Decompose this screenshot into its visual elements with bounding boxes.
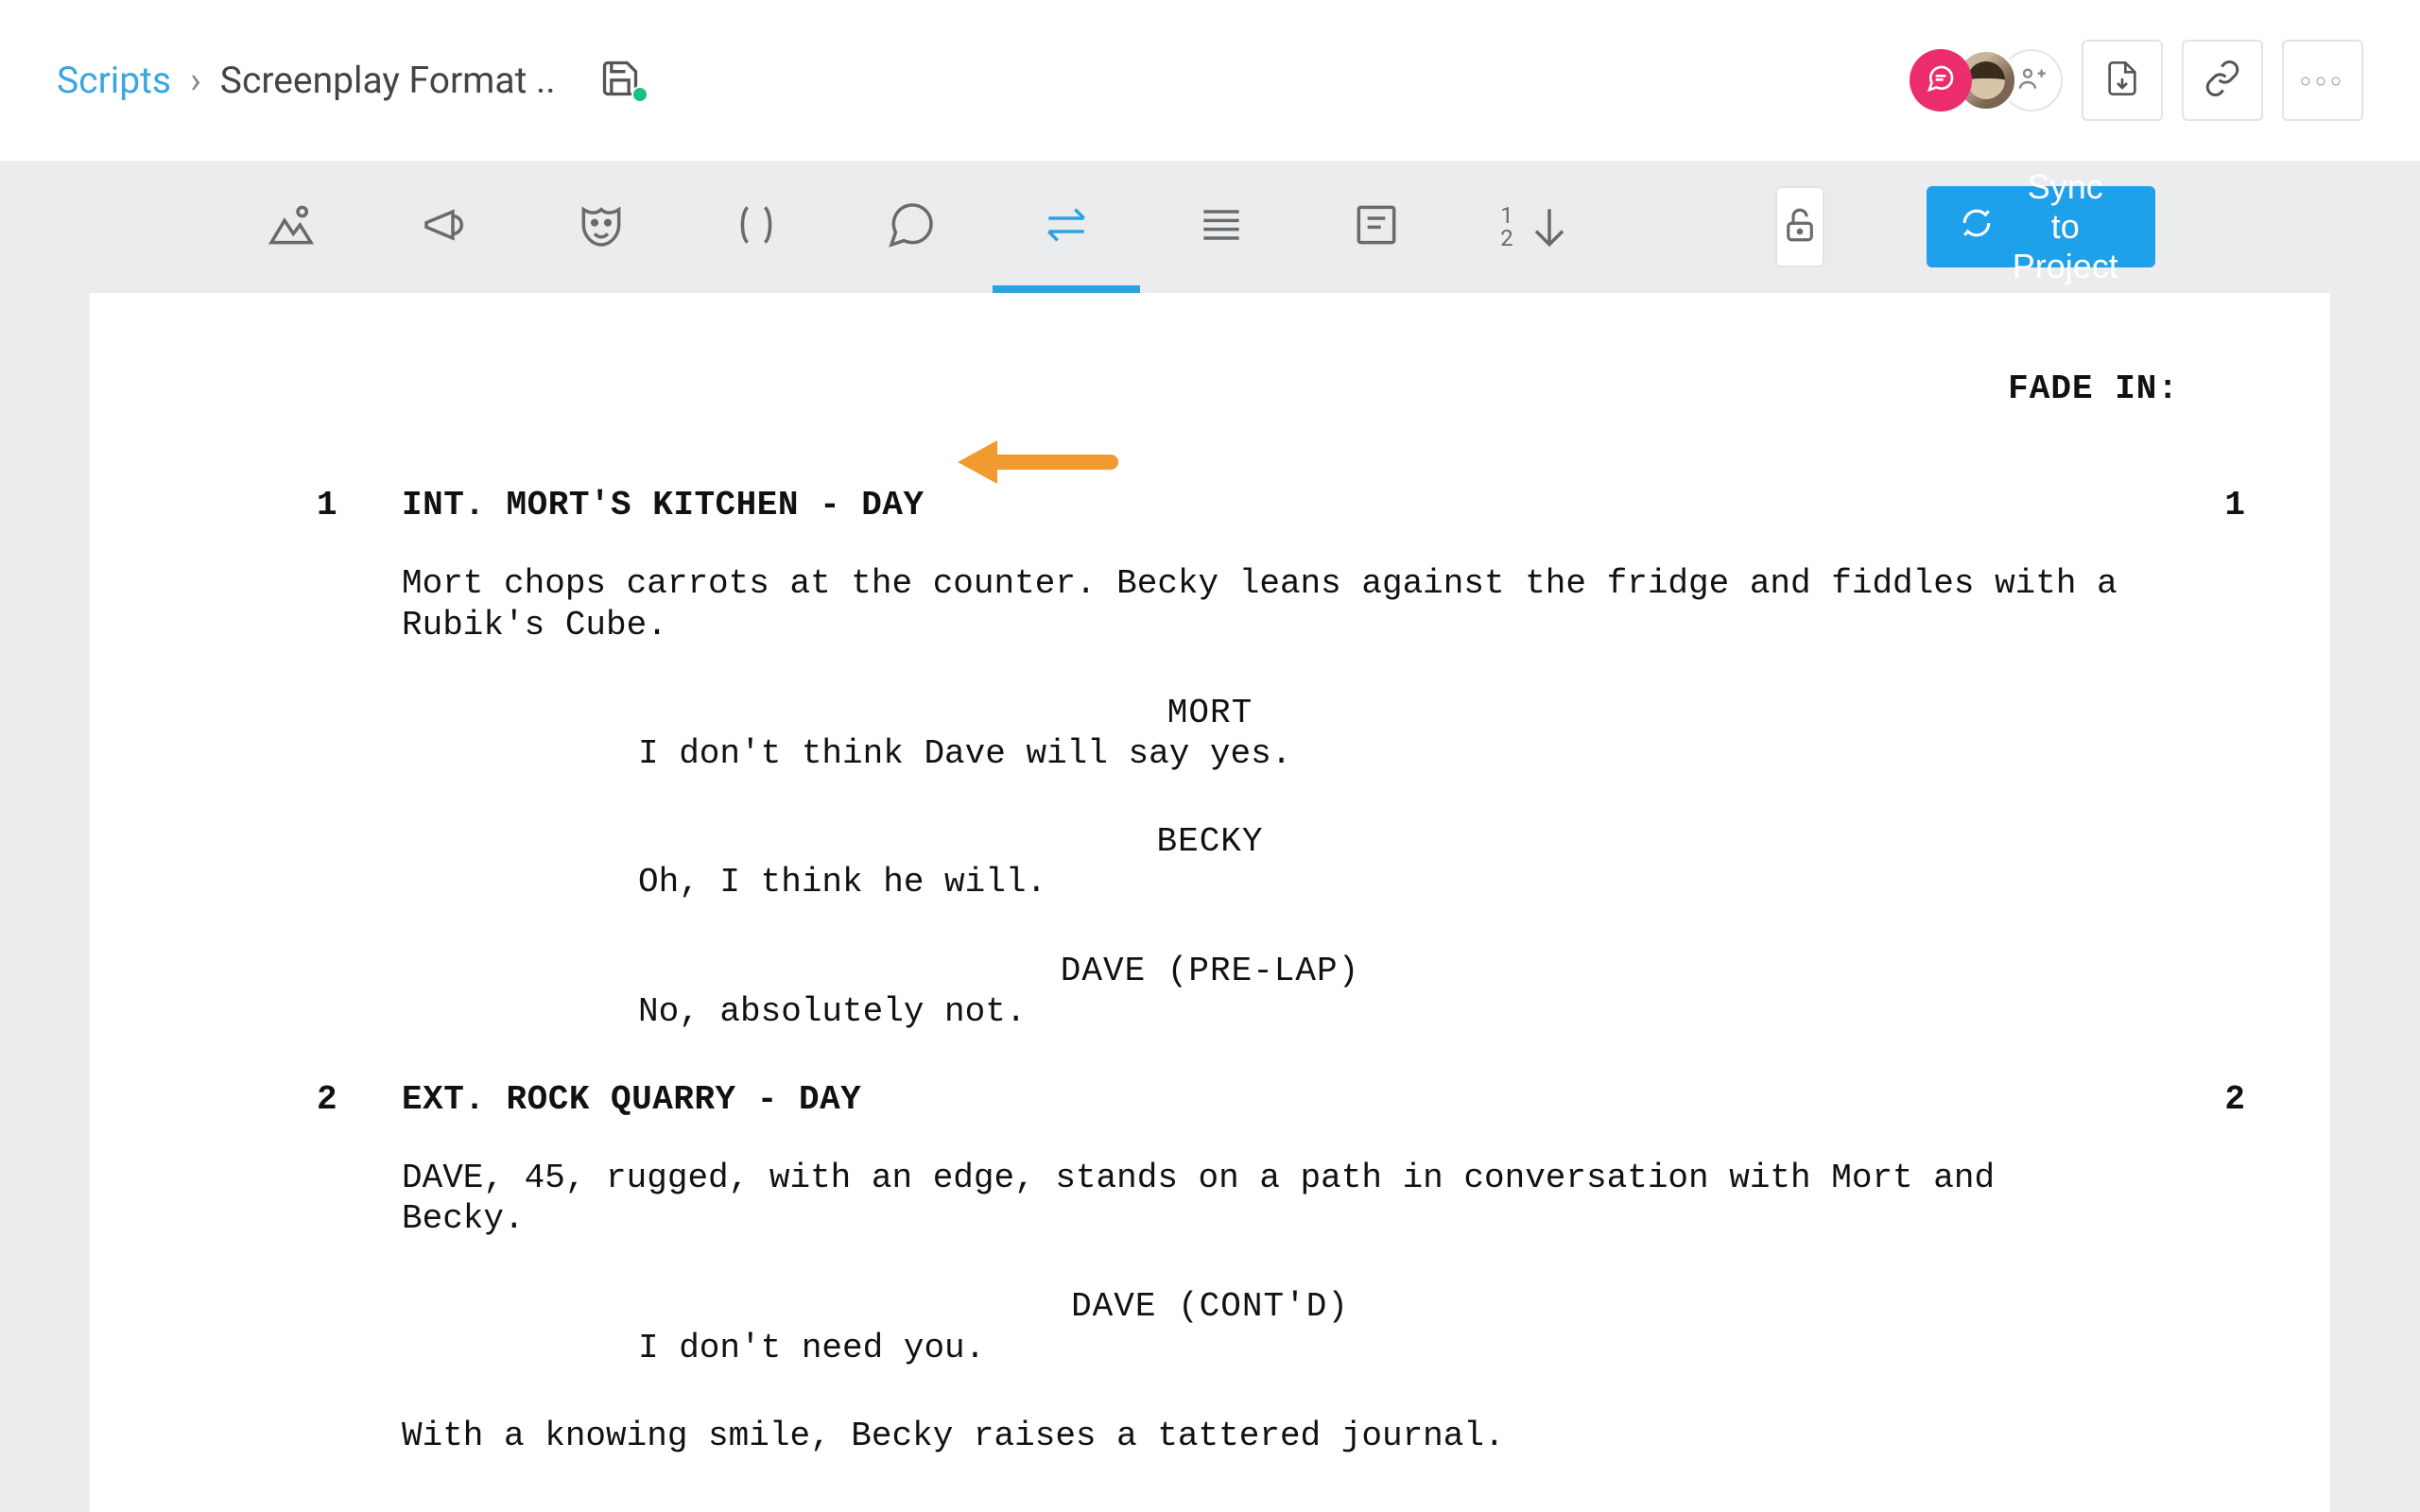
- toolbar-note[interactable]: [1350, 161, 1403, 293]
- chat-icon: [1926, 63, 1956, 97]
- script-page[interactable]: FADE IN: 1 INT. MORT'S KITCHEN - DAY 1 M…: [90, 293, 2330, 1512]
- dialogue: I don't need you.: [638, 1328, 1612, 1368]
- format-toolbar: 1 2 Sync to Project: [0, 161, 2420, 293]
- add-person-icon: [2016, 63, 2047, 97]
- sync-icon: [1961, 207, 1993, 248]
- more-menu-button[interactable]: ○○○: [2282, 40, 2363, 121]
- dialogue: No, absolutely not.: [638, 991, 1612, 1032]
- avatar-image-placeholder: [1967, 61, 2005, 99]
- save-status: [599, 58, 645, 103]
- saved-indicator-dot: [631, 86, 648, 103]
- megaphone-icon: [420, 198, 473, 255]
- character-cue: BECKY: [818, 821, 1602, 862]
- action-text: Mort chops carrots at the counter. Becky…: [402, 563, 2122, 644]
- comments-avatar[interactable]: [1910, 49, 1972, 112]
- collaborator-avatars: [1910, 49, 2063, 112]
- toolbar-scene-numbers[interactable]: 1 2: [1505, 161, 1571, 293]
- scene-number-left: 1: [317, 485, 337, 525]
- action-text: With a knowing smile, Becky raises a tat…: [402, 1416, 2122, 1456]
- sync-to-project-button[interactable]: Sync to Project: [1927, 186, 2155, 267]
- scene-heading: EXT. ROCK QUARRY - DAY: [402, 1079, 861, 1120]
- more-dots-icon: ○○○: [2300, 69, 2345, 93]
- scene-heading-row: 2 EXT. ROCK QUARRY - DAY 2: [402, 1079, 2217, 1120]
- sync-button-label: Sync to Project: [2010, 167, 2121, 286]
- scene-heading: INT. MORT'S KITCHEN - DAY: [402, 485, 925, 525]
- breadcrumb-separator-icon: ›: [190, 59, 201, 102]
- toolbar-general[interactable]: [1195, 161, 1248, 293]
- speech-bubble-icon: [885, 198, 938, 255]
- dialogue: Oh, I think he will.: [638, 862, 1612, 902]
- toolbar-character[interactable]: [575, 161, 628, 293]
- scene-heading-row: 1 INT. MORT'S KITCHEN - DAY 1: [402, 485, 2217, 525]
- arrows-transition-icon: [1040, 198, 1093, 255]
- mask-icon: [575, 198, 628, 255]
- transition-in: FADE IN:: [203, 369, 2217, 409]
- scene-number-left: 2: [317, 1079, 337, 1120]
- toolbar-action[interactable]: [420, 161, 473, 293]
- number-arrow-icon: 1 2: [1500, 200, 1576, 253]
- scene-number-right: 2: [2224, 1079, 2245, 1120]
- mountain-icon: [265, 198, 318, 255]
- toolbar-transition[interactable]: [1040, 161, 1093, 293]
- unlock-icon: [1780, 205, 1820, 249]
- export-pdf-button[interactable]: [2082, 40, 2163, 121]
- share-link-button[interactable]: [2182, 40, 2263, 121]
- align-lines-icon: [1195, 198, 1248, 255]
- character-cue: DAVE (PRE-LAP): [818, 951, 1602, 991]
- action-text: DAVE, 45, rugged, with an edge, stands o…: [402, 1158, 2122, 1239]
- toolbar-parenthetical[interactable]: [730, 161, 783, 293]
- breadcrumb-current: Screenplay Format ..: [220, 59, 556, 102]
- document-area: FADE IN: 1 INT. MORT'S KITCHEN - DAY 1 M…: [0, 293, 2420, 1512]
- header-left: Scripts › Screenplay Format ..: [57, 58, 645, 103]
- dialogue: I don't think Dave will say yes.: [638, 733, 1612, 774]
- breadcrumb-root[interactable]: Scripts: [57, 59, 171, 102]
- toolbar-dialogue[interactable]: [885, 161, 938, 293]
- parentheses-icon: [730, 198, 783, 255]
- character-cue: MORT: [818, 693, 1602, 733]
- toolbar-scene-heading[interactable]: [265, 161, 318, 293]
- scene-number-right: 1: [2224, 485, 2245, 525]
- note-icon: [1350, 198, 1403, 255]
- pdf-icon: [2103, 60, 2141, 101]
- app-header: Scripts › Screenplay Format ..: [0, 0, 2420, 161]
- lock-button[interactable]: [1775, 186, 1824, 267]
- character-cue: DAVE (CONT'D): [818, 1286, 1602, 1327]
- link-icon: [2204, 60, 2241, 101]
- breadcrumb: Scripts › Screenplay Format ..: [57, 59, 556, 102]
- header-right: ○○○: [1910, 40, 2363, 121]
